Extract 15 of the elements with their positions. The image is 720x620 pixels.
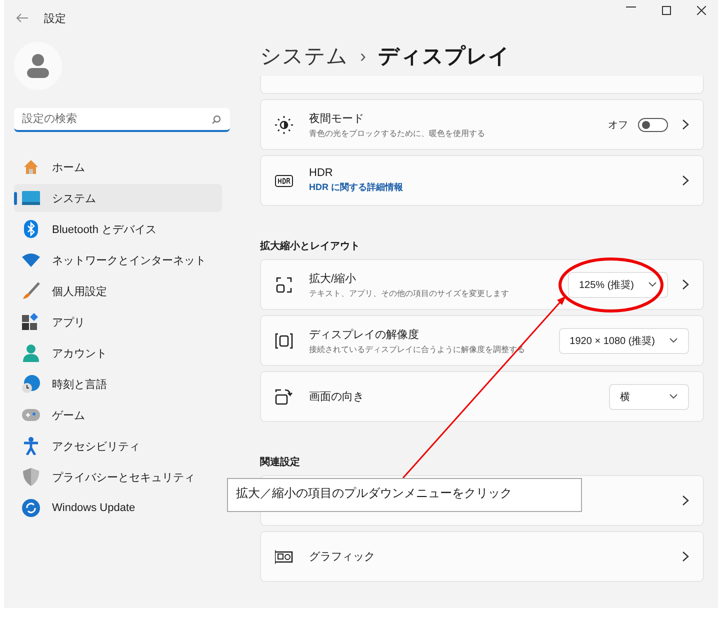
setting-title: HDR [309,167,334,179]
setting-title: グラフィック [309,550,376,564]
page-title: ディスプレイ [378,44,510,70]
setting-title: 画面の向き [309,390,365,404]
setting-description: 青色の光をブロックするために、暖色を使用する [309,128,486,138]
section-heading: 関連設定 [260,455,301,469]
setting-title: 夜間モード [309,112,365,126]
toggle-state-label: オフ [608,118,628,132]
setting-description: テキスト、アプリ、その他の項目のサイズを変更します [309,288,510,298]
annotation-tooltip: 拡大／縮小の項目のプルダウンメニューをクリック [227,478,582,512]
window-title: 設定 [44,12,66,26]
setting-title: ディスプレイの解像度 [309,328,420,342]
setting-title: 拡大/縮小 [309,272,358,286]
breadcrumb-separator: › [360,46,366,66]
section-heading: 拡大縮小とレイアウト [260,240,361,253]
